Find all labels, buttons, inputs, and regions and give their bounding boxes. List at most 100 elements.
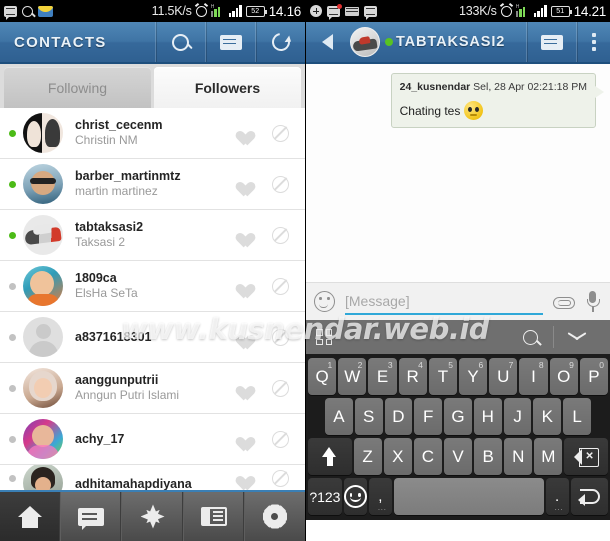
contact-username: a8371618301 (75, 329, 152, 344)
block-icon[interactable] (272, 469, 289, 487)
enter-key[interactable] (570, 478, 608, 515)
refresh-button[interactable] (255, 22, 305, 62)
block-icon[interactable] (272, 226, 289, 244)
data-rate-label: 11.5K/s (151, 4, 192, 18)
contact-names: aanggunputrii Anngun Putri Islami (63, 373, 233, 403)
block-icon[interactable] (272, 277, 289, 295)
row-actions (233, 175, 299, 193)
key-c[interactable]: C (413, 438, 442, 475)
nav-panel[interactable] (184, 492, 245, 541)
key-z[interactable]: Z (353, 438, 382, 475)
heart-icon[interactable] (233, 227, 250, 243)
heart-icon[interactable] (233, 176, 250, 192)
key-s[interactable]: S (354, 398, 383, 435)
space-key[interactable] (393, 478, 544, 515)
key-r[interactable]: R4 (398, 358, 427, 395)
block-icon[interactable] (272, 379, 289, 397)
nav-settings[interactable] (245, 492, 305, 541)
key-e[interactable]: E3 (368, 358, 397, 395)
battery-level: 51 (556, 7, 565, 15)
comma-key[interactable]: ,... (368, 478, 392, 515)
key-a[interactable]: A (324, 398, 353, 435)
heart-icon[interactable] (233, 278, 250, 294)
presence-dot (9, 333, 16, 341)
tab-followers[interactable]: Followers (154, 67, 301, 108)
message-icon (364, 5, 377, 20)
key-d[interactable]: D (384, 398, 413, 435)
key-m[interactable]: M (534, 438, 563, 475)
heart-icon[interactable] (233, 431, 250, 447)
key-p[interactable]: P0 (579, 358, 609, 395)
heart-icon[interactable] (233, 380, 250, 396)
grid-icon[interactable] (316, 329, 332, 345)
tab-following[interactable]: Following (4, 67, 151, 108)
key-v[interactable]: V (443, 438, 473, 475)
contact-row[interactable]: achy_17 (0, 414, 305, 465)
back-button[interactable] (306, 22, 348, 62)
status-bar-right: 133K/s H 51 14.21 (306, 0, 610, 22)
key-l[interactable]: L (563, 398, 592, 435)
chevron-down-icon (568, 332, 586, 342)
key-b[interactable]: B (474, 438, 503, 475)
symbols-key[interactable]: ?123 (308, 478, 342, 515)
overflow-button[interactable] (576, 22, 610, 62)
key-q[interactable]: Q1 (307, 358, 337, 395)
contact-row[interactable]: 1809ca ElsHa SeTa (0, 261, 305, 312)
backspace-key[interactable]: ✕ (564, 438, 609, 475)
contact-row[interactable]: a8371618301 (0, 312, 305, 363)
period-key[interactable]: .... (545, 478, 569, 515)
key-k[interactable]: K (533, 398, 562, 435)
key-w[interactable]: W2 (338, 358, 367, 395)
presence-dot (9, 384, 16, 392)
nav-messages[interactable] (61, 492, 123, 541)
contacts-list[interactable]: christ_cecenm Christin NM barber_martinm… (0, 108, 305, 491)
microphone-icon[interactable] (587, 291, 600, 312)
key-u[interactable]: U7 (489, 358, 518, 395)
network-hspa-icon: H (515, 4, 530, 17)
block-icon[interactable] (272, 430, 289, 448)
key-x[interactable]: X (383, 438, 412, 475)
heart-icon[interactable] (233, 329, 250, 345)
row-actions (233, 430, 299, 448)
row-actions (233, 379, 299, 397)
nav-home[interactable] (0, 492, 62, 541)
hide-keyboard-button[interactable] (554, 320, 600, 354)
message-input[interactable]: [Message] (345, 289, 543, 315)
contact-row[interactable]: aanggunputrii Anngun Putri Islami (0, 363, 305, 414)
heart-icon[interactable] (233, 470, 250, 486)
contact-row[interactable]: adhitamahapdiyana (0, 465, 305, 491)
list-button[interactable] (205, 22, 255, 62)
block-icon[interactable] (272, 124, 289, 142)
smiley-icon[interactable] (314, 291, 335, 312)
key-y[interactable]: Y6 (459, 358, 488, 395)
keyboard-row-1: Q1 W2 E3 R4 T5 Y6 U7 I8 O9 P0 (307, 358, 609, 395)
key-f[interactable]: F (414, 398, 443, 435)
paperclip-icon[interactable] (553, 294, 575, 310)
contact-row[interactable]: tabtaksasi2 Taksasi 2 (0, 210, 305, 261)
key-h[interactable]: H (473, 398, 502, 435)
key-g[interactable]: G (444, 398, 472, 435)
contact-row[interactable]: barber_martinmtz martin martinez (0, 159, 305, 210)
on-screen-keyboard[interactable]: Q1 W2 E3 R4 T5 Y6 U7 I8 O9 P0 A S D F G … (306, 354, 610, 520)
message-bubble[interactable]: 24_kusnendar Sel, 28 Apr 02:21:18 PM Cha… (390, 73, 605, 128)
dual-screenshot: 11.5K/s H 52 14.16 CONTACTS Following Fo… (0, 0, 610, 541)
contact-row[interactable]: christ_cecenm Christin NM (0, 108, 305, 159)
shift-key[interactable] (307, 438, 352, 475)
heart-icon[interactable] (233, 125, 250, 141)
key-j[interactable]: J (503, 398, 532, 435)
comma-alt: ... (377, 505, 387, 512)
list-button[interactable] (526, 22, 576, 62)
chat-messages[interactable]: 24_kusnendar Sel, 28 Apr 02:21:18 PM Cha… (306, 64, 610, 282)
block-icon[interactable] (272, 175, 289, 193)
search-button[interactable] (155, 22, 205, 62)
block-icon[interactable] (272, 328, 289, 346)
key-n[interactable]: N (504, 438, 533, 475)
key-i[interactable]: I8 (519, 358, 548, 395)
keyboard-search-button[interactable] (507, 320, 553, 354)
emoji-key[interactable] (343, 478, 367, 515)
nav-explore[interactable] (122, 492, 184, 541)
messages-icon (78, 507, 105, 530)
key-o[interactable]: O9 (549, 358, 578, 395)
key-t[interactable]: T5 (428, 358, 457, 395)
battery-icon: 51 (550, 5, 572, 17)
